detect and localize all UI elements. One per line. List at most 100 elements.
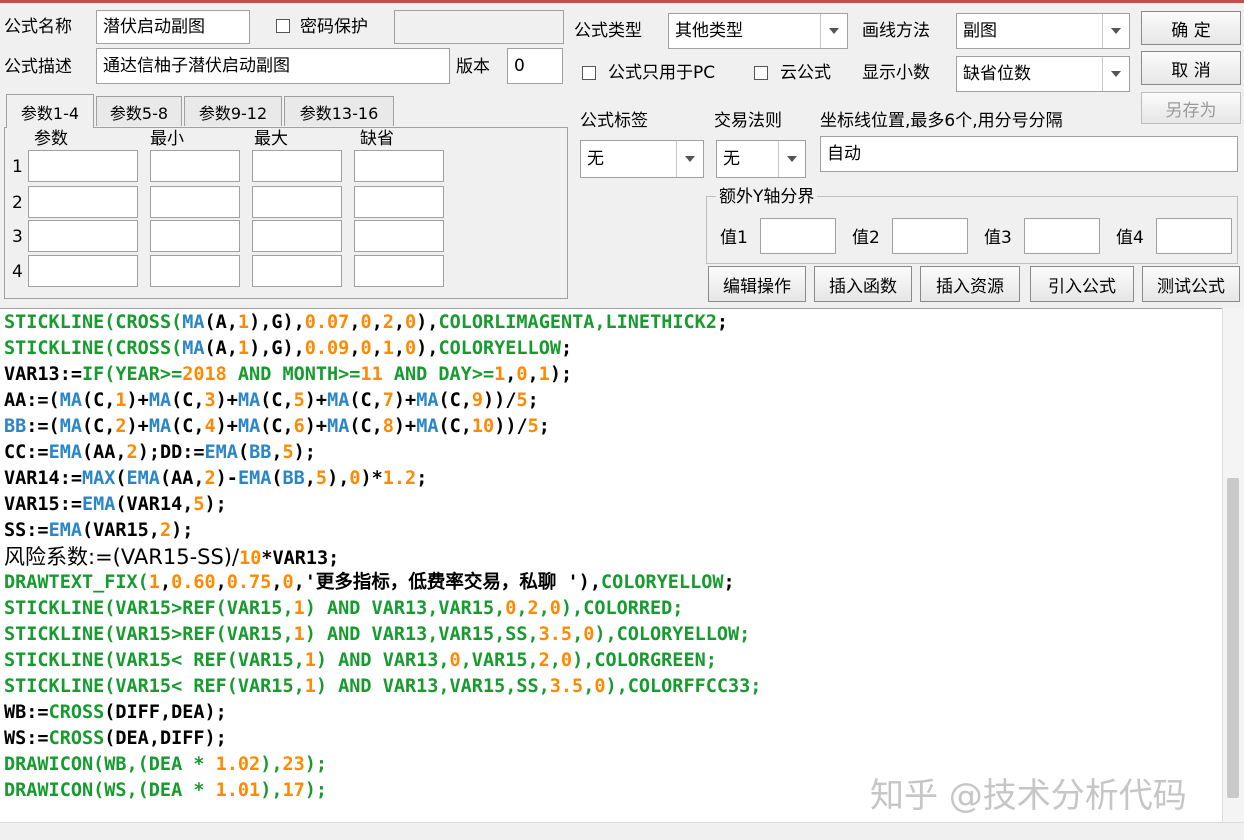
param-default-input[interactable] <box>354 220 444 252</box>
code-token: VAR15:= <box>4 494 82 515</box>
chevron-down-icon[interactable] <box>778 141 805 177</box>
draw-method-value: 副图 <box>963 21 997 41</box>
ok-button[interactable]: 确 定 <box>1141 11 1241 45</box>
param-max-input[interactable] <box>252 220 342 252</box>
password-input[interactable] <box>394 10 564 44</box>
vertical-scrollbar[interactable] <box>1222 308 1244 822</box>
code-token: EMA <box>81 494 116 515</box>
code-token: )- <box>215 468 238 489</box>
code-token: 6 <box>293 416 305 437</box>
code-token: ,'更多指标，低费率交易，私聊 '), <box>293 572 601 593</box>
param-max-input[interactable] <box>252 186 342 218</box>
param-name-input[interactable] <box>28 220 138 252</box>
insert-resource-button[interactable]: 插入资源 <box>920 266 1020 302</box>
code-token: (VAR15, <box>81 520 160 541</box>
code-token: STICKLINE( <box>4 338 116 359</box>
formula-desc-input[interactable]: 通达信柚子潜伏启动副图 <box>96 48 450 84</box>
param-min-input[interactable] <box>150 255 240 287</box>
code-token: ),COLORRED; <box>560 598 684 619</box>
code-line: VAR14:=MAX(EMA(AA,2)-EMA(BB,5),0)*1.2; <box>4 466 1222 492</box>
code-token: ); <box>171 520 194 541</box>
code-token: 1 <box>148 572 160 593</box>
value3-input[interactable] <box>1024 218 1100 254</box>
param-name-input[interactable] <box>28 150 138 182</box>
code-token: )* <box>360 468 383 489</box>
scroll-thumb[interactable] <box>1227 478 1239 798</box>
code-token: MA <box>59 416 82 437</box>
param-name-input[interactable] <box>28 255 138 287</box>
test-formula-button[interactable]: 测试公式 <box>1142 266 1240 302</box>
param-max-input[interactable] <box>252 150 342 182</box>
code-token: ; <box>716 312 729 333</box>
formula-type-select[interactable]: 其他类型 <box>668 13 848 49</box>
version-label: 版本 <box>456 57 490 77</box>
code-token: , <box>271 572 283 593</box>
code-token: MA <box>416 416 439 437</box>
code-token: 1.01 <box>215 780 261 801</box>
code-token: 7 <box>382 390 394 411</box>
param-default-input[interactable] <box>354 150 444 182</box>
cancel-button[interactable]: 取 消 <box>1141 51 1241 85</box>
tab-params-9-12[interactable]: 参数9-12 <box>184 96 282 126</box>
value4-input[interactable] <box>1156 218 1232 254</box>
trade-rule-select[interactable]: 无 <box>716 140 806 178</box>
import-formula-button[interactable]: 引入公式 <box>1030 266 1134 302</box>
param-min-input[interactable] <box>150 220 240 252</box>
draw-method-label: 画线方法 <box>862 21 930 41</box>
code-token: MA <box>416 390 439 411</box>
param-min-input[interactable] <box>150 150 240 182</box>
formula-name-input[interactable]: 潜伏启动副图 <box>96 10 250 44</box>
code-token: , <box>549 650 561 671</box>
code-token: (C, <box>349 416 383 437</box>
draw-method-select[interactable]: 副图 <box>956 13 1130 49</box>
code-token: ); <box>304 754 328 775</box>
code-token: 0 <box>405 312 417 333</box>
save-as-button[interactable]: 另存为 <box>1141 92 1241 124</box>
code-token: STICKLINE(VAR15>REF(VAR15, <box>4 624 294 645</box>
extra-y-axis-label: 额外Y轴分界 <box>716 186 818 208</box>
code-token: )+ <box>126 390 149 411</box>
tab-params-1-4[interactable]: 参数1-4 <box>6 94 94 128</box>
tab-params-5-8[interactable]: 参数5-8 <box>96 96 182 126</box>
value2-input[interactable] <box>892 218 968 254</box>
code-token: AND MONTH>= <box>226 364 361 385</box>
trade-rule-label: 交易法则 <box>714 111 782 131</box>
code-token: ); <box>204 494 227 515</box>
chevron-down-icon[interactable] <box>1102 57 1129 91</box>
code-token: MAX <box>81 468 116 489</box>
param-max-input[interactable] <box>252 255 342 287</box>
param-min-input[interactable] <box>150 186 240 218</box>
code-token: 0 <box>349 468 361 489</box>
code-line: 风险系数:=(VAR15-SS)/10*VAR13; <box>4 544 1222 570</box>
horizontal-scrollbar[interactable] <box>0 822 1244 840</box>
chevron-down-icon[interactable] <box>1102 14 1129 48</box>
code-token: STICKLINE( <box>4 312 116 333</box>
coord-line-label: 坐标线位置,最多6个,用分号分隔 <box>820 111 1063 131</box>
param-default-input[interactable] <box>354 186 444 218</box>
code-token: ),COLORGREEN; <box>572 650 717 671</box>
formula-tag-select[interactable]: 无 <box>580 140 704 178</box>
cloud-formula-checkbox[interactable] <box>754 66 768 80</box>
param-name-input[interactable] <box>28 186 138 218</box>
pc-only-checkbox[interactable] <box>582 66 596 80</box>
chevron-down-icon[interactable] <box>676 141 703 177</box>
code-token: (C, <box>171 390 205 411</box>
value1-input[interactable] <box>760 218 836 254</box>
password-checkbox[interactable] <box>276 19 290 33</box>
tab-params-13-16[interactable]: 参数13-16 <box>284 96 394 126</box>
edit-operation-button[interactable]: 编辑操作 <box>708 266 806 302</box>
chevron-down-icon[interactable] <box>820 14 847 48</box>
coord-line-input[interactable]: 自动 <box>820 136 1238 172</box>
decimal-select[interactable]: 缺省位数 <box>956 56 1130 92</box>
code-token: MA <box>237 390 261 411</box>
min-col-header: 最小 <box>150 129 184 149</box>
code-token: , <box>304 468 316 489</box>
param-row-number: 1 <box>12 157 23 177</box>
code-editor[interactable]: STICKLINE(CROSS(MA(A,1),G),0.07,0,2,0),C… <box>0 308 1222 822</box>
insert-function-button[interactable]: 插入函数 <box>814 266 912 302</box>
code-token: ( <box>115 468 127 489</box>
param-default-input[interactable] <box>354 255 444 287</box>
code-token: MA <box>59 390 82 411</box>
version-input[interactable]: 0 <box>507 48 563 84</box>
code-token: ) AND VAR13,VAR15,SS, <box>315 676 550 697</box>
